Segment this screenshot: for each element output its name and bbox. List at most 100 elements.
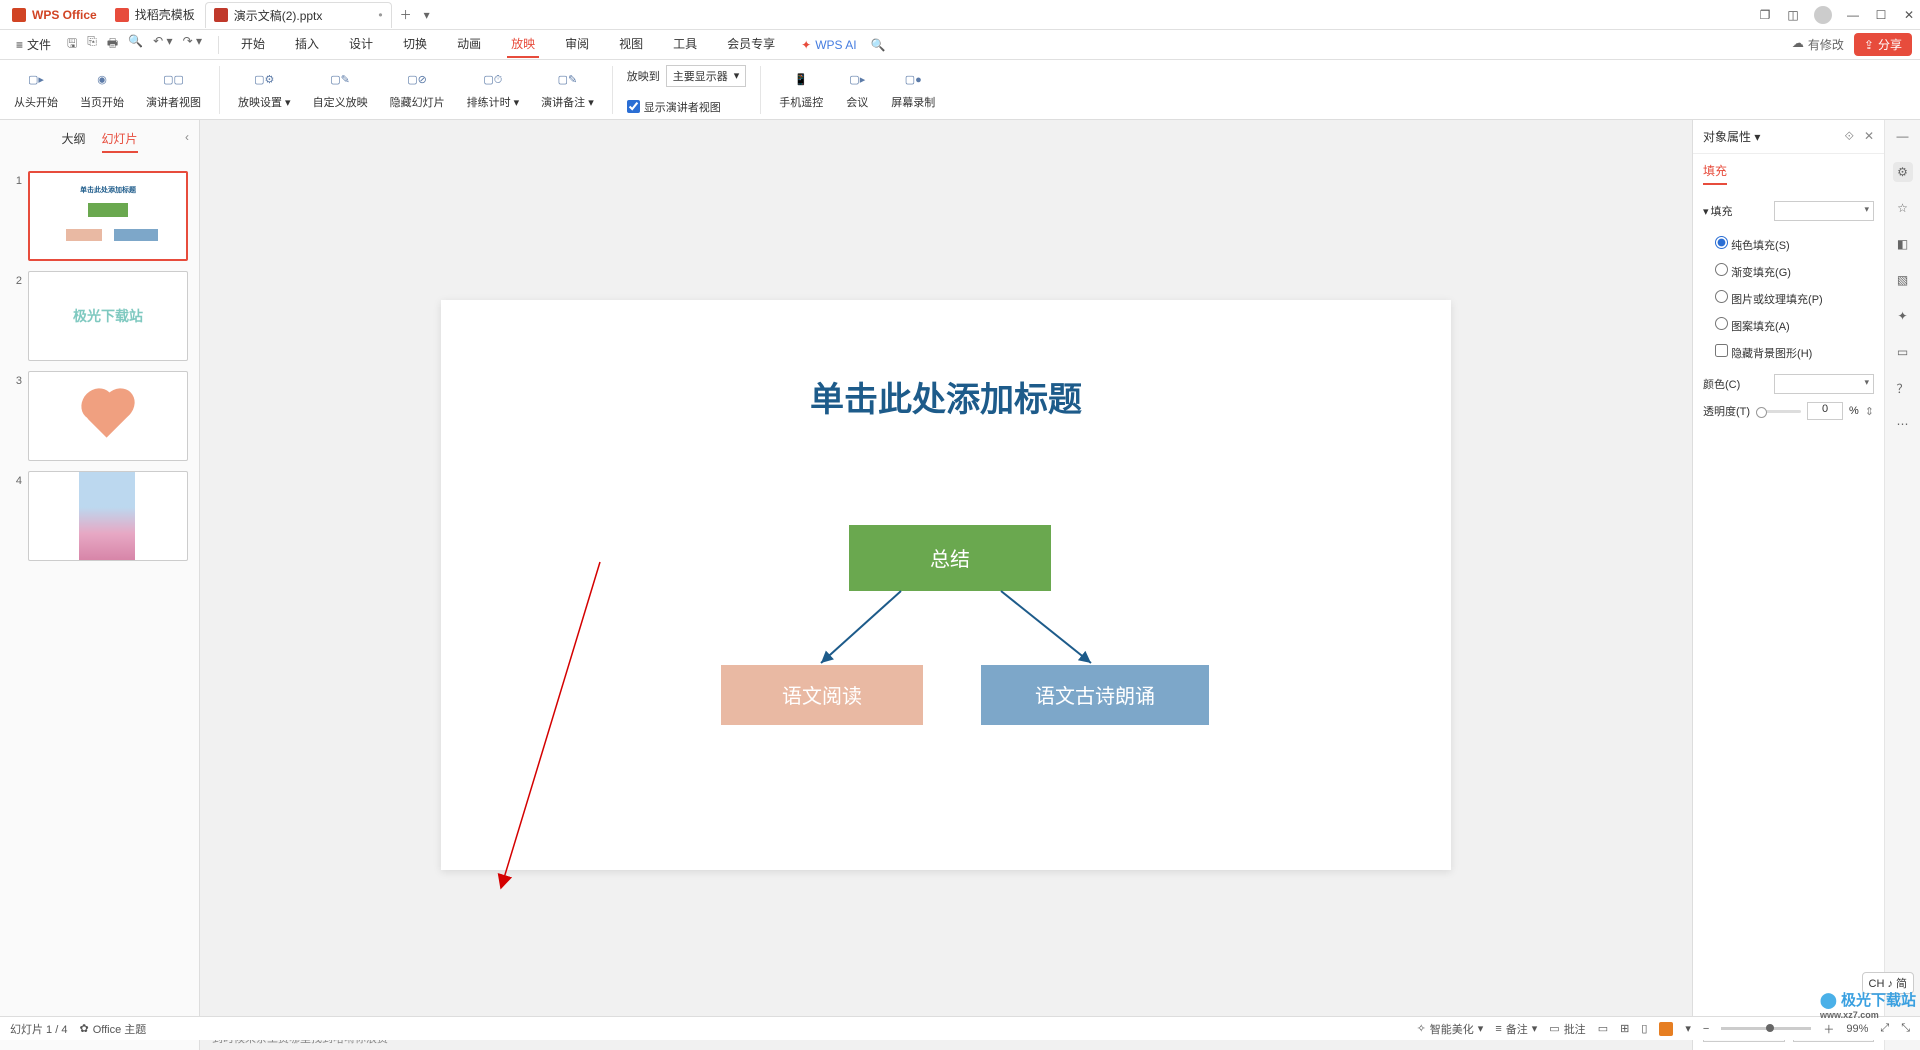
pin-icon[interactable]: ⟐ (1844, 129, 1853, 144)
undo-icon[interactable]: ↶ ▾ (153, 34, 172, 55)
menu-design[interactable]: 设计 (345, 31, 377, 58)
new-tab-button[interactable]: ＋ (394, 2, 418, 27)
radio-solid[interactable]: 纯色填充(S) (1715, 231, 1874, 258)
thumbnail-4[interactable] (28, 471, 188, 561)
zoom-out-icon[interactable]: − (1703, 1023, 1709, 1035)
menu-tools[interactable]: 工具 (669, 31, 701, 58)
from-current-button[interactable]: ◉当页开始 (76, 68, 128, 112)
menu-view[interactable]: 视图 (615, 31, 647, 58)
rail-more-icon[interactable]: ⋯ (1893, 414, 1913, 434)
canvas-area[interactable]: 单击此处添加标题 总结 语文阅读 语文古诗朗诵 (200, 120, 1692, 1025)
check-hide-bg[interactable]: 隐藏背景图形(H) (1715, 339, 1874, 366)
save-icon[interactable]: 🖫 (67, 34, 77, 55)
menu-slideshow[interactable]: 放映 (507, 31, 539, 58)
print2-icon[interactable]: ⎘ (87, 34, 97, 55)
print-icon[interactable]: 🖶 (107, 34, 118, 55)
redo-icon[interactable]: ↷ ▾ (183, 34, 202, 55)
radio-pattern[interactable]: 图案填充(A) (1715, 312, 1874, 339)
wps-ai-button[interactable]: ✦ WPS AI (801, 38, 856, 52)
zoom-slider[interactable] (1721, 1027, 1811, 1030)
slide[interactable]: 单击此处添加标题 总结 语文阅读 语文古诗朗诵 (441, 300, 1451, 870)
rail-magic-icon[interactable]: ✦ (1893, 306, 1913, 326)
radio-picture[interactable]: 图片或纹理填充(P) (1715, 285, 1874, 312)
template-tab[interactable]: 找稻壳模板 (107, 2, 203, 28)
view-reading-icon[interactable]: ▯ (1641, 1022, 1647, 1035)
collapse-icon[interactable]: ‹ (185, 130, 189, 144)
maximize-button[interactable]: ☐ (1874, 8, 1888, 22)
comments-toggle[interactable]: ▭批注 (1549, 1021, 1585, 1037)
fill-preset-combo[interactable] (1774, 201, 1874, 221)
collapse-rail-icon[interactable]: — (1893, 126, 1913, 146)
custom-show-button[interactable]: ▢✎自定义放映 (309, 68, 372, 112)
show-settings-button[interactable]: ▢⚙放映设置 ▾ (234, 68, 295, 112)
preview-icon[interactable]: 🔍 (128, 34, 143, 55)
share-button[interactable]: ⇪ 分享 (1854, 33, 1912, 56)
menu-review[interactable]: 审阅 (561, 31, 593, 58)
presenter-view-button[interactable]: ▢▢演讲者视图 (142, 68, 205, 112)
zoom-value[interactable]: 99% (1846, 1023, 1868, 1035)
summary-box[interactable]: 总结 (849, 525, 1051, 591)
thumbnail-2[interactable]: 极光下载站 (28, 271, 188, 361)
radio-gradient[interactable]: 渐变填充(G) (1715, 258, 1874, 285)
app-tab[interactable]: WPS Office (4, 2, 105, 28)
page-indicator[interactable]: 幻灯片 1 / 4 (10, 1021, 67, 1037)
rail-star-icon[interactable]: ☆ (1893, 198, 1913, 218)
from-beginning-button[interactable]: ▢▸从头开始 (10, 68, 62, 112)
beautify-button[interactable]: ✧智能美化 ▾ (1417, 1021, 1484, 1037)
notes-button[interactable]: ▢✎演讲备注 ▾ (537, 68, 598, 112)
zoom-in-icon[interactable]: ＋ (1823, 1021, 1834, 1037)
color-combo[interactable] (1774, 374, 1874, 394)
record-button[interactable]: ▢●屏幕录制 (887, 68, 939, 112)
left-box[interactable]: 语文阅读 (721, 665, 923, 725)
close-button[interactable]: ✕ (1902, 8, 1916, 22)
fit-icon[interactable]: ⤢ (1880, 1022, 1889, 1035)
menu-member[interactable]: 会员专享 (723, 31, 779, 58)
view-menu-icon[interactable]: ▾ (1685, 1022, 1691, 1035)
slide-title[interactable]: 单击此处添加标题 (441, 372, 1451, 421)
presenter-check-input[interactable] (627, 100, 640, 113)
stepper-icon[interactable]: ⇕ (1865, 405, 1874, 418)
cube-icon[interactable]: ◫ (1786, 8, 1800, 22)
rail-book-icon[interactable]: ▭ (1893, 342, 1913, 362)
meeting-button[interactable]: ▢▸会议 (841, 68, 873, 112)
rail-layers-icon[interactable]: ◧ (1893, 234, 1913, 254)
document-tab[interactable]: 演示文稿(2).pptx • (205, 2, 392, 28)
view-sorter-icon[interactable]: ⊞ (1620, 1022, 1629, 1035)
menu-start[interactable]: 开始 (237, 31, 269, 58)
thumbnail-3[interactable] (28, 371, 188, 461)
right-box[interactable]: 语文古诗朗诵 (981, 665, 1209, 725)
hide-slide-button[interactable]: ▢⊘隐藏幻灯片 (386, 68, 449, 112)
avatar-icon[interactable] (1814, 6, 1832, 24)
view-normal-icon[interactable]: ▭ (1598, 1022, 1608, 1035)
tab-menu-button[interactable]: ▾ (418, 4, 436, 26)
monitor-select[interactable]: 主要显示器▾ (666, 65, 747, 87)
cloud-modify[interactable]: ☁ 有修改 (1792, 36, 1844, 53)
view-slideshow-icon[interactable] (1659, 1022, 1673, 1036)
opacity-slider[interactable] (1756, 410, 1801, 413)
menu-insert[interactable]: 插入 (291, 31, 323, 58)
minimize-button[interactable]: — (1846, 8, 1860, 22)
notes-toggle[interactable]: ≡备注 ▾ (1495, 1021, 1537, 1037)
slides-tab[interactable]: 幻灯片 (102, 130, 138, 153)
rehearse-button[interactable]: ▢⏱排练计时 ▾ (463, 68, 524, 112)
fill-tab[interactable]: 填充 (1703, 162, 1727, 185)
window-controls: ❐ ◫ — ☐ ✕ (1758, 6, 1916, 24)
search-icon[interactable]: 🔍 (871, 38, 886, 52)
rail-tune-icon[interactable]: ⚙ (1893, 162, 1913, 182)
outline-tab[interactable]: 大纲 (61, 130, 85, 153)
file-menu[interactable]: ≡ 文件 (8, 32, 59, 57)
multiwindow-icon[interactable]: ❐ (1758, 8, 1772, 22)
expand-icon[interactable]: ⤡ (1901, 1022, 1910, 1035)
watermark: ⬤ 极光下载站 www.xz7.com (1820, 989, 1916, 1020)
rail-image-icon[interactable]: ▧ (1893, 270, 1913, 290)
menu-transition[interactable]: 切换 (399, 31, 431, 58)
show-presenter-checkbox[interactable]: 显示演讲者视图 (627, 99, 747, 115)
phone-remote-button[interactable]: 📱手机遥控 (775, 68, 827, 112)
menu-animation[interactable]: 动画 (453, 31, 485, 58)
thumbnail-1[interactable]: 单击此处添加标题 (28, 171, 188, 261)
thumbnail-list[interactable]: 1 单击此处添加标题 2 极光下载站 3 4 (0, 163, 199, 1004)
close-panel-icon[interactable]: ✕ (1864, 129, 1874, 144)
opacity-input[interactable]: 0 (1807, 402, 1843, 420)
rail-help-icon[interactable]: ？ (1893, 378, 1913, 398)
theme-indicator[interactable]: ✿Office 主题 (79, 1021, 146, 1037)
